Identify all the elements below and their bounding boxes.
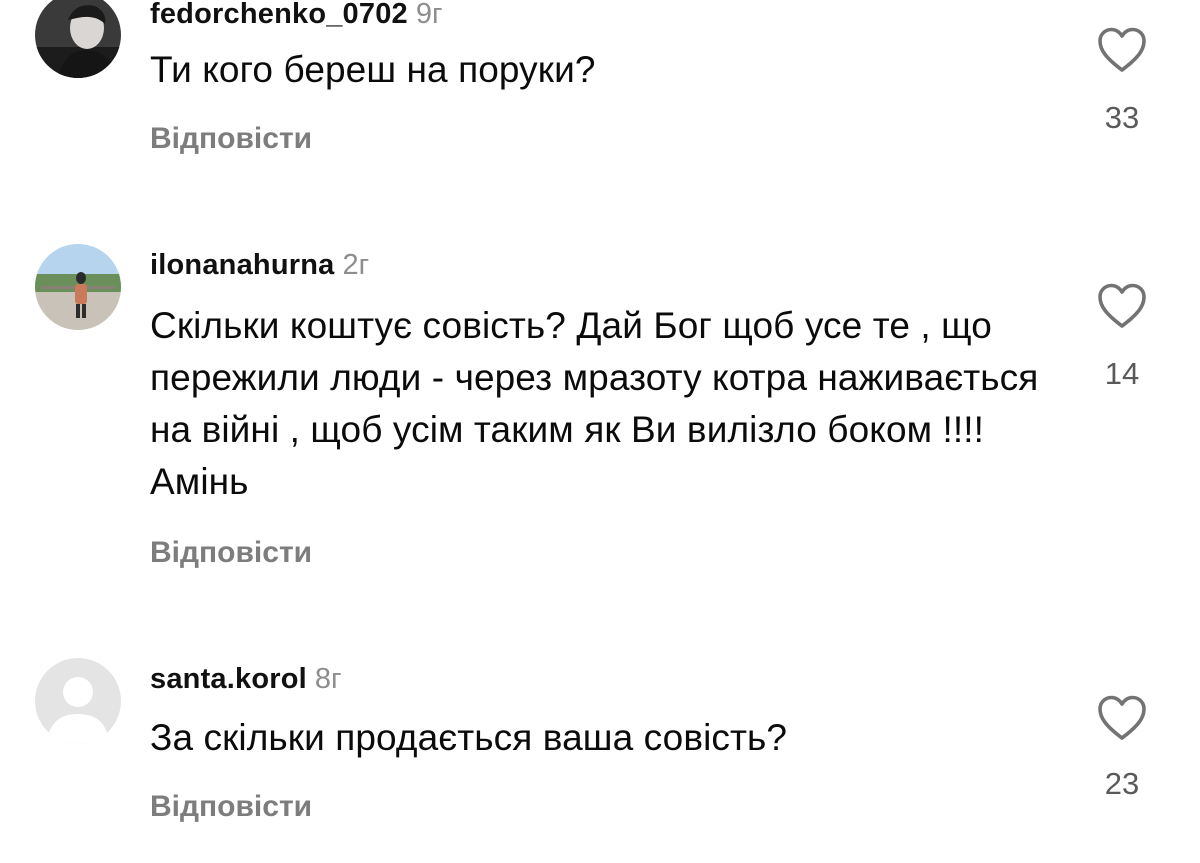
user-avatar[interactable] xyxy=(35,658,121,744)
heart-outline-icon xyxy=(1098,695,1146,740)
username[interactable]: santa.korol xyxy=(150,663,307,695)
comment-text: За скільки продається ваша совість? xyxy=(150,717,788,758)
comment-meta: santa.korol 8г xyxy=(150,665,342,694)
reply-button[interactable]: Відповісти xyxy=(150,792,312,822)
like-button[interactable] xyxy=(1096,694,1148,742)
comment-time: 8г xyxy=(314,663,342,695)
like-count: 23 xyxy=(1104,766,1140,801)
comment-item: santa.korol 8г За скільки продається ваша… xyxy=(0,0,1200,863)
